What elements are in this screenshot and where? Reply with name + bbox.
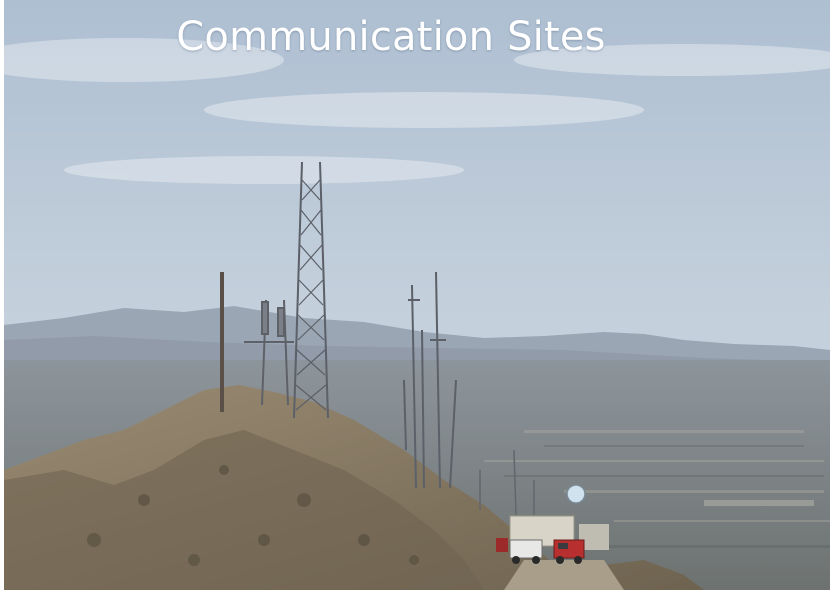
slide-title: Communication Sites: [176, 14, 606, 60]
communication-sites-photo: [4, 0, 830, 590]
slide: Communication Sites: [0, 0, 830, 590]
satellite-dish: [566, 484, 586, 504]
